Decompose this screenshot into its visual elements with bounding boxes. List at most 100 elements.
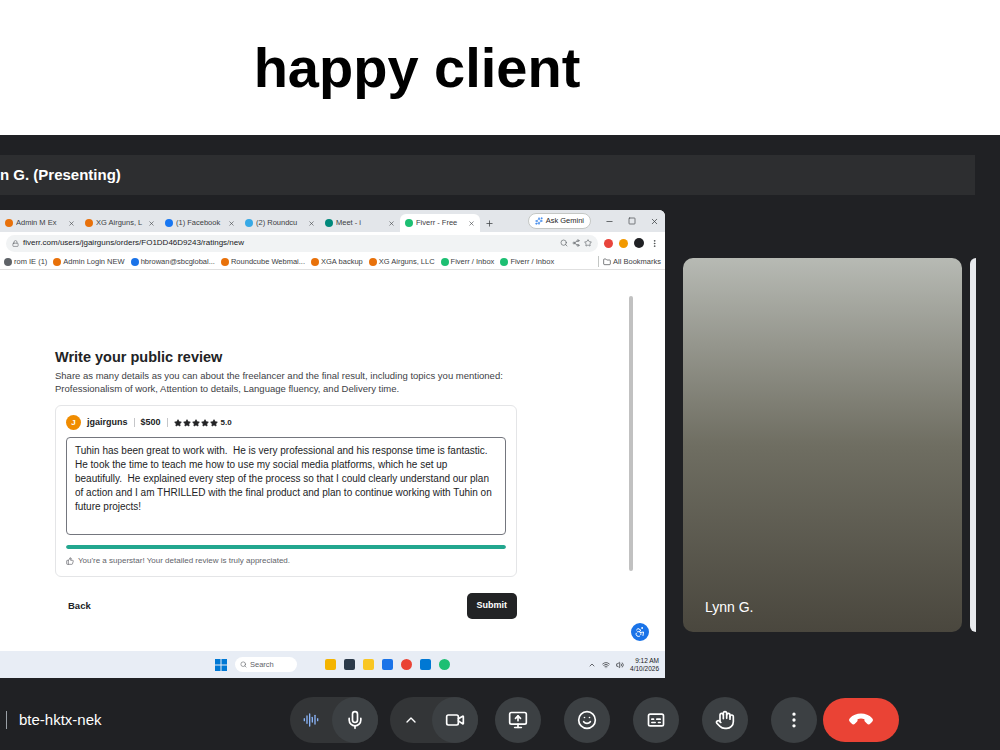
camera-options-button[interactable] <box>390 697 432 743</box>
menu-icon[interactable] <box>650 239 659 248</box>
extension-icon[interactable] <box>604 239 613 248</box>
app-icon[interactable] <box>420 659 431 670</box>
raise-hand-button[interactable] <box>702 697 748 743</box>
captions-icon <box>646 710 666 730</box>
bookmark-star-icon[interactable] <box>584 239 592 247</box>
stage: Admin M Ex XG Airguns, L (1) Facebook (2) R… <box>0 195 1000 690</box>
browser-tab[interactable]: Meet - i <box>320 214 400 232</box>
mic-icon <box>345 710 365 730</box>
bookmark[interactable]: Roundcube Webmai... <box>221 256 305 267</box>
submit-button[interactable]: Submit <box>467 593 518 619</box>
star-icon <box>174 419 182 427</box>
accessibility-icon <box>634 626 646 638</box>
bookmark[interactable]: hbrowan@sbcglobal... <box>131 256 215 267</box>
back-button[interactable]: Back <box>55 599 91 613</box>
favicon-icon <box>369 258 377 266</box>
page-content: Write your public reviewShare as many de… <box>0 270 665 651</box>
bookmark[interactable]: XGA backup <box>311 256 363 267</box>
caption-title: happy client <box>254 40 581 96</box>
tray-chevron-icon[interactable] <box>588 661 596 669</box>
close-icon[interactable] <box>468 220 475 227</box>
camera-button[interactable] <box>432 697 478 743</box>
app-icon[interactable] <box>363 659 374 670</box>
seller-avatar: J <box>66 415 81 430</box>
reactions-button[interactable] <box>564 697 610 743</box>
app-icon[interactable] <box>401 659 412 670</box>
scrollbar-thumb[interactable] <box>629 296 633 571</box>
wifi-icon[interactable] <box>602 661 610 669</box>
minimize-icon[interactable] <box>605 217 614 226</box>
taskbar-search[interactable]: Search <box>235 657 297 672</box>
profile-icon[interactable] <box>634 238 644 248</box>
windows-logo-icon[interactable] <box>215 659 227 671</box>
volume-icon[interactable] <box>616 661 624 669</box>
maximize-icon[interactable] <box>628 217 636 225</box>
presenter-bar: n G. (Presenting) <box>0 155 975 195</box>
accessibility-button[interactable] <box>629 621 651 643</box>
search-icon[interactable] <box>560 239 568 247</box>
present-button[interactable] <box>495 697 541 743</box>
app-icon[interactable] <box>382 659 393 670</box>
tab-strip: Admin M Ex XG Airguns, L (1) Facebook (2) R… <box>0 210 665 232</box>
browser-tab[interactable]: XG Airguns, L <box>80 214 160 232</box>
tab-label: XG Airguns, L <box>96 217 145 228</box>
taskbar: Search 9:12 AM4/10/2026 <box>0 651 665 678</box>
browser-tab[interactable]: (1) Facebook <box>160 214 240 232</box>
more-icon <box>784 710 804 730</box>
browser-tab[interactable]: Admin M Ex <box>0 214 80 232</box>
star-icon <box>192 419 200 427</box>
scrollbar[interactable] <box>627 270 635 651</box>
bookmark[interactable]: Admin Login NEW <box>53 256 124 267</box>
close-icon[interactable] <box>148 220 155 227</box>
share-icon[interactable] <box>572 239 580 247</box>
new-tab-button[interactable] <box>480 214 499 232</box>
close-window-icon[interactable] <box>650 217 659 226</box>
browser-tab[interactable]: (2) Roundcu <box>240 214 320 232</box>
present-screen-icon <box>508 710 528 730</box>
review-progress-track <box>66 545 506 549</box>
camera-group <box>390 697 478 743</box>
review-title: Write your public review <box>55 348 517 366</box>
bookmark[interactable]: Fiverr / Inbox <box>500 256 554 267</box>
bookmark[interactable]: XG Airguns, LLC <box>369 256 435 267</box>
browser-tab[interactable]: Fiverr - Free <box>400 214 480 232</box>
tab-label: (1) Facebook <box>176 217 225 228</box>
audio-level-button[interactable] <box>290 697 332 743</box>
call-actions <box>495 697 817 743</box>
bookmark[interactable]: Fiverr / Inbox <box>441 256 495 267</box>
bookmark[interactable]: rom IE (1) <box>4 256 47 267</box>
star-icon <box>183 419 191 427</box>
chevron-up-icon <box>403 712 419 728</box>
app-icon[interactable] <box>344 659 355 670</box>
bookmarks-bar: rom IE (1) Admin Login NEW hbrowan@sbcglob… <box>0 254 665 270</box>
close-icon[interactable] <box>68 220 75 227</box>
lock-icon <box>12 240 19 247</box>
mic-button[interactable] <box>332 697 378 743</box>
review-card: Jjgairguns$5005.0Tuhin has been great to… <box>55 405 517 577</box>
taskbar-center: Search <box>215 657 450 672</box>
captions-button[interactable] <box>633 697 679 743</box>
gemini-button[interactable]: Ask Gemini <box>528 213 591 228</box>
window-controls <box>605 217 659 226</box>
plus-icon <box>485 219 494 228</box>
favicon-icon <box>131 258 139 266</box>
more-options-button[interactable] <box>771 697 817 743</box>
close-icon[interactable] <box>228 220 235 227</box>
close-icon[interactable] <box>308 220 315 227</box>
app-icon[interactable] <box>439 659 450 670</box>
favicon-icon <box>245 219 253 227</box>
favicon-icon <box>311 258 319 266</box>
review-textarea[interactable]: Tuhin has been great to work with. He is… <box>66 437 506 535</box>
extension-icon[interactable] <box>619 239 628 248</box>
all-bookmarks[interactable]: All Bookmarks <box>598 256 661 267</box>
url-field[interactable]: fiverr.com/users/jgairguns/orders/FO1DD4… <box>6 235 598 252</box>
favicon-icon <box>5 219 13 227</box>
favicon-icon <box>4 258 12 266</box>
sparkle-icon <box>535 217 543 225</box>
seller-name: jgairguns <box>87 416 128 430</box>
clock[interactable]: 9:12 AM4/10/2026 <box>630 657 659 673</box>
end-call-button[interactable] <box>823 698 899 742</box>
close-icon[interactable] <box>388 220 395 227</box>
app-icon[interactable] <box>325 659 336 670</box>
favicon-icon <box>441 258 449 266</box>
